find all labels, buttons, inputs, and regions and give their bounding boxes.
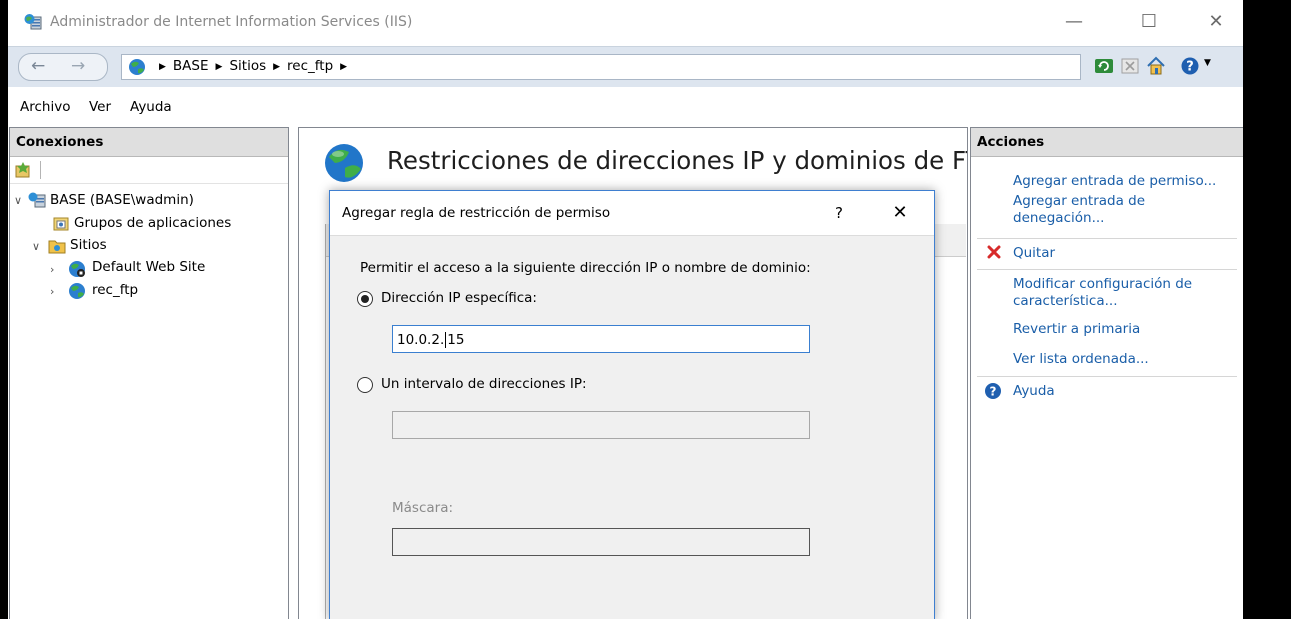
help-icon: ? [985,383,1001,399]
add-deny-entry-link[interactable]: Agregar entrada de denegación... [1013,193,1145,227]
mask-label: Máscara: [392,500,454,516]
remove-link[interactable]: Quitar [1013,245,1055,262]
server-icon [28,192,46,208]
tree-rec-ftp[interactable]: rec_ftp [92,282,138,298]
edit-feature-settings-link[interactable]: Modificar configuración de característic… [1013,276,1192,310]
mask-input[interactable] [392,528,810,556]
help-icon[interactable]: ? [1180,56,1200,76]
specific-ip-radio[interactable] [357,291,373,307]
iis-manager-window: Administrador de Internet Information Se… [8,0,1243,619]
crumb-base[interactable]: BASE [173,58,209,74]
ip-text-after-caret: 15 [447,332,465,348]
address-bar: ← → ▶ BASE ▶ Sitios ▶ rec_ftp ▶ ? ▼ [8,46,1243,88]
tree-default-web-site[interactable]: Default Web Site [92,259,205,275]
menu-bar: Archivo Ver Ayuda [8,87,1243,121]
folder-icon [48,240,66,254]
back-arrow-icon[interactable]: ← [31,56,45,76]
chevron-right-icon[interactable]: ▶ [340,62,347,72]
edit-feature-line2: característica... [1013,293,1118,309]
globe-icon [129,59,145,75]
help-link[interactable]: Ayuda [1013,383,1055,400]
navigation-buttons: ← → [18,53,108,81]
title-bar: Administrador de Internet Information Se… [8,0,1243,46]
maximize-button[interactable]: ☐ [1129,10,1169,34]
specific-ip-label: Dirección IP específica: [381,290,537,306]
new-connection-icon[interactable] [14,161,32,179]
ip-range-radio[interactable] [357,377,373,393]
home-icon[interactable] [1146,56,1166,76]
toolbar-divider [40,161,41,179]
add-deny-entry-line1: Agregar entrada de [1013,193,1146,209]
chevron-right-icon: ▶ [273,62,281,72]
actions-header: Acciones [971,128,1243,157]
website-icon [69,283,85,299]
ip-range-input[interactable] [392,411,810,439]
breadcrumb[interactable]: ▶ BASE ▶ Sitios ▶ rec_ftp ▶ [121,54,1081,80]
separator [977,376,1237,377]
menu-ver[interactable]: Ver [89,99,111,115]
edit-feature-line1: Modificar configuración de [1013,276,1193,292]
dialog-help-button[interactable]: ? [824,199,854,227]
tree-server[interactable]: BASE (BASE\wadmin) [50,192,194,208]
menu-ayuda[interactable]: Ayuda [130,99,172,115]
chevron-right-icon: ▶ [215,62,223,72]
stop-icon[interactable] [1120,56,1140,76]
add-allow-entry-link[interactable]: Agregar entrada de permiso... [1013,173,1216,190]
dialog-close-button[interactable]: ✕ [882,199,918,227]
tree-app-pools[interactable]: Grupos de aplicaciones [74,215,231,231]
help-dropdown-icon[interactable]: ▼ [1204,58,1211,68]
desktop-edge [0,0,8,619]
add-deny-entry-line2: denegación... [1013,210,1105,226]
collapse-chevron-icon[interactable]: ∨ [32,240,40,253]
separator [977,238,1237,239]
ip-range-label: Un intervalo de direcciones IP: [381,376,587,392]
add-allow-rule-dialog: Agregar regla de restricción de permiso … [329,190,935,619]
globe-icon [325,144,363,182]
dialog-prompt: Permitir el acceso a la siguiente direcc… [360,260,811,276]
window-title: Administrador de Internet Information Se… [50,14,413,30]
website-icon [69,261,85,277]
forward-arrow-icon[interactable]: → [71,56,85,76]
svg-text:?: ? [1186,60,1194,75]
iis-app-icon [24,14,42,30]
expand-chevron-icon[interactable]: › [50,263,54,276]
chevron-right-icon: ▶ [159,62,166,72]
close-button[interactable]: ✕ [1196,10,1236,34]
specific-ip-input[interactable]: 10.0.2. 15 [392,325,810,353]
crumb-rec-ftp[interactable]: rec_ftp [287,58,333,74]
ip-text-before-caret: 10.0.2. [397,332,445,348]
minimize-button[interactable]: — [1054,10,1094,34]
crumb-sitios[interactable]: Sitios [229,58,266,74]
collapse-chevron-icon[interactable]: ∨ [14,194,22,207]
connections-panel: Conexiones ∨ BASE (BASE\wadmin) Grupos d… [9,127,289,619]
menu-archivo[interactable]: Archivo [20,99,70,115]
page-title: Restricciones de direcciones IP y domini… [387,146,968,175]
dialog-body: Permitir el acceso a la siguiente direcc… [330,235,934,619]
view-ordered-list-link[interactable]: Ver lista ordenada... [1013,351,1149,368]
breadcrumb-items: ▶ BASE ▶ Sitios ▶ rec_ftp ▶ [152,58,354,74]
remove-x-icon [987,245,1001,259]
separator [977,269,1237,270]
svg-text:?: ? [990,385,997,399]
connections-toolbar [10,157,288,184]
toolbar-icons: ? ▼ [1088,54,1238,80]
app-pool-icon [53,217,69,231]
refresh-icon[interactable] [1094,56,1114,76]
expand-chevron-icon[interactable]: › [50,285,54,298]
actions-panel: Acciones Agregar entrada de permiso... A… [970,127,1243,619]
tree-sites[interactable]: Sitios [70,237,107,253]
revert-to-parent-link[interactable]: Revertir a primaria [1013,321,1140,338]
dialog-title: Agregar regla de restricción de permiso [342,205,611,221]
connections-header: Conexiones [10,128,288,157]
